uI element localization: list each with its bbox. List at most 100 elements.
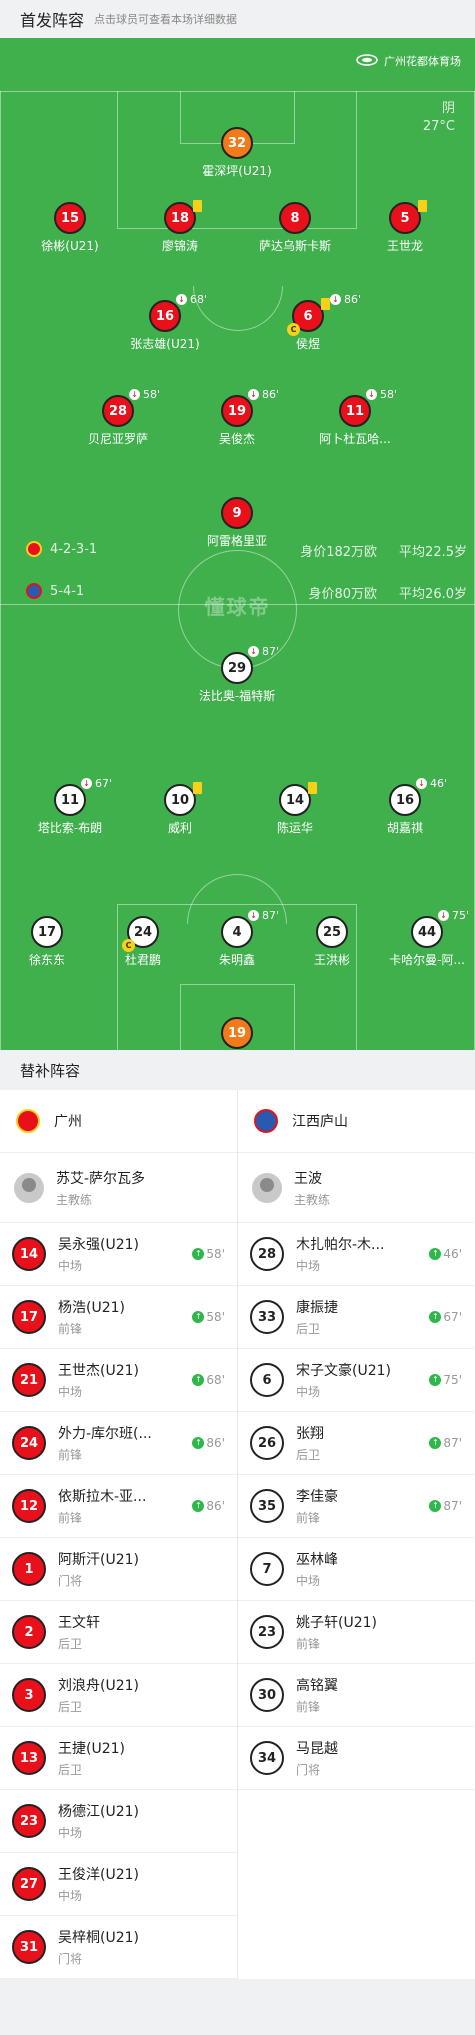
bench-player-row[interactable]: 23 杨德江(U21) 中场	[0, 1790, 237, 1853]
bench-player-row[interactable]: 34 马昆越 门将	[238, 1727, 474, 1790]
pitch-player[interactable]: 16 ↓ 68' 张志雄(U21)	[95, 293, 235, 352]
jiangxi-logo-icon	[26, 583, 42, 599]
player-number-badge: 24 C	[122, 916, 159, 952]
player-number-badge: 26	[250, 1426, 284, 1460]
bench-player-row[interactable]: 28 木扎帕尔-木... 中场 ↑ 46'	[238, 1223, 474, 1286]
bench-player-row[interactable]: 2 王文轩 后卫	[0, 1601, 237, 1664]
yellow-card-icon	[193, 782, 202, 794]
player-name: 吴梓桐(U21)	[58, 1930, 139, 1946]
bench-away: 江西庐山 王波 主教练 28 木扎帕尔-木... 中场 ↑ 46' 33 康振捷 后卫 ↑ 67'…	[237, 1090, 474, 1979]
player-number-badge: 28	[250, 1237, 284, 1271]
sub-in-icon: ↑	[192, 1248, 205, 1260]
coach-role: 主教练	[56, 1192, 93, 1207]
lineup-subtitle: 点击球员可查看本场详细数据	[94, 13, 238, 26]
bench-player-row[interactable]: 21 王世杰(U21) 中场 ↑ 68'	[0, 1349, 237, 1412]
player-position: 门将	[58, 1952, 83, 1966]
player-name: 卡哈尔曼-阿...	[389, 953, 465, 967]
player-name: 阿雷格里亚	[206, 534, 267, 548]
bench-player-row[interactable]: 27 王俊洋(U21) 中场	[0, 1853, 237, 1916]
substitution-out: ↓ 87'	[248, 645, 279, 658]
player-number-badge: 11 ↓ 67'	[54, 777, 112, 816]
coach-row[interactable]: 苏艾-萨尔瓦多 主教练	[0, 1153, 237, 1223]
weather: 阴 27°C	[423, 100, 455, 136]
bench-player-row[interactable]: 12 依斯拉木-亚... 前锋 ↑ 86'	[0, 1475, 237, 1538]
bench-player-row[interactable]: 26 张翔 后卫 ↑ 87'	[238, 1412, 474, 1475]
player-number: 15	[60, 210, 80, 226]
sub-out-icon: ↓	[248, 910, 259, 921]
coach-name: 苏艾-萨尔瓦多	[56, 1170, 146, 1187]
bench-player-row[interactable]: 33 康振捷 后卫 ↑ 67'	[238, 1286, 474, 1349]
bench-player-row[interactable]: 13 王捷(U21) 后卫	[0, 1727, 237, 1790]
pitch-player[interactable]: 29 ↓ 87' 法比奥-福特斯	[167, 645, 307, 704]
sub-in-icon: ↑	[192, 1311, 205, 1323]
home-average-age: 平均22.5岁	[399, 545, 467, 560]
bench-player-row[interactable]: 1 阿斯汗(U21) 门将	[0, 1538, 237, 1601]
bench-player-row[interactable]: 3 刘浪舟(U21) 后卫	[0, 1664, 237, 1727]
home-formation-value: 4-2-3-1	[50, 541, 98, 557]
player-number-badge: 4 ↓ 87'	[221, 909, 279, 948]
bench-home-team: 广州	[0, 1090, 237, 1153]
pitch-player[interactable]: 19陈俊旭	[167, 1017, 307, 1050]
pitch-player[interactable]: 5 王世龙	[335, 200, 475, 254]
player-number: 32	[227, 135, 247, 151]
venue: 广州花都体育场	[356, 53, 461, 69]
substitution-in: ↑ 87'	[429, 1499, 462, 1513]
sub-out-icon: ↓	[416, 778, 427, 789]
substitution-out: ↓ 58'	[129, 388, 160, 401]
bench-player-row[interactable]: 30 高铭翼 前锋	[238, 1664, 474, 1727]
weather-condition: 阴	[441, 101, 455, 116]
player-number: 5	[400, 210, 410, 226]
sub-out-minute: 58'	[143, 388, 161, 401]
player-number: 14	[285, 792, 305, 808]
sub-out-minute: 68'	[190, 293, 208, 306]
pitch-player[interactable]: 44 ↓ 75' 卡哈尔曼-阿...	[357, 909, 475, 968]
venue-name: 广州花都体育场	[384, 55, 461, 68]
sub-in-minute: 86'	[206, 1499, 225, 1513]
coach-row[interactable]: 王波 主教练	[238, 1153, 474, 1223]
player-number-badge: 35	[250, 1489, 284, 1523]
pitch: 广州花都体育场 阴 27°C 懂球帝 4-2-3-1 身价182万欧 平均22.…	[0, 38, 475, 1050]
bench-home-team-name: 广州	[54, 1114, 82, 1130]
player-number: 16	[395, 792, 415, 808]
away-formation-value: 5-4-1	[50, 583, 85, 599]
bench-player-row[interactable]: 24 外力-库尔班(... 前锋 ↑ 86'	[0, 1412, 237, 1475]
sub-in-icon: ↑	[429, 1500, 442, 1512]
coach-name: 王波	[294, 1170, 322, 1187]
bench-player-row[interactable]: 17 杨浩(U21) 前锋 ↑ 58'	[0, 1286, 237, 1349]
bench-player-row[interactable]: 31 吴梓桐(U21) 门将	[0, 1916, 237, 1979]
substitution-in: ↑ 86'	[192, 1436, 225, 1450]
bench-player-row[interactable]: 35 李佳豪 前锋 ↑ 87'	[238, 1475, 474, 1538]
pitch-player[interactable]: 6 C ↓ 86' 侯煜	[238, 293, 378, 352]
bench-player-row[interactable]: 23 姚子轩(U21) 前锋	[238, 1601, 474, 1664]
player-name: 王捷(U21)	[58, 1741, 125, 1757]
player-number-badge: 23	[12, 1804, 46, 1838]
away-average-age: 平均26.0岁	[399, 587, 467, 602]
coach-avatar	[252, 1172, 282, 1203]
sub-in-icon: ↑	[429, 1248, 442, 1260]
pitch-player[interactable]: 32 霍深坪(U21)	[167, 127, 307, 179]
bench-home: 广州 苏艾-萨尔瓦多 主教练 14 吴永强(U21) 中场 ↑ 58' 17 杨浩(U21)…	[0, 1090, 237, 1979]
player-number-badge: 16 ↓ 68'	[149, 293, 207, 332]
player-position: 门将	[58, 1574, 83, 1588]
player-name: 王俊洋(U21)	[58, 1867, 139, 1883]
player-number: 44	[417, 924, 437, 940]
substitution-out: ↓ 46'	[416, 777, 447, 790]
player-number: 8	[290, 210, 300, 226]
substitution-in: ↑ 67'	[429, 1310, 462, 1324]
player-number-badge: 17	[12, 1300, 46, 1334]
sub-out-minute: 86'	[262, 388, 280, 401]
pitch-player[interactable]: 16 ↓ 46' 胡嘉祺	[335, 777, 475, 836]
player-number-badge: 17	[31, 916, 63, 948]
player-number-badge: 23	[250, 1615, 284, 1649]
player-number-badge: 1	[12, 1552, 46, 1586]
substitution-out: ↓ 67'	[81, 777, 112, 790]
bench-player-row[interactable]: 14 吴永强(U21) 中场 ↑ 58'	[0, 1223, 237, 1286]
pitch-player[interactable]: 11 ↓ 58' 阿卜杜瓦哈...	[285, 388, 425, 447]
player-number: 29	[227, 660, 247, 676]
substitution-out: ↓ 86'	[330, 293, 361, 306]
player-number-badge: 25	[316, 916, 348, 948]
pitch-player[interactable]: 9 阿雷格里亚	[167, 497, 307, 549]
bench-player-row[interactable]: 6 宋子文豪(U21) 中场 ↑ 75'	[238, 1349, 474, 1412]
bench-player-row[interactable]: 7 巫林峰 中场	[238, 1538, 474, 1601]
player-number: 11	[345, 403, 365, 419]
